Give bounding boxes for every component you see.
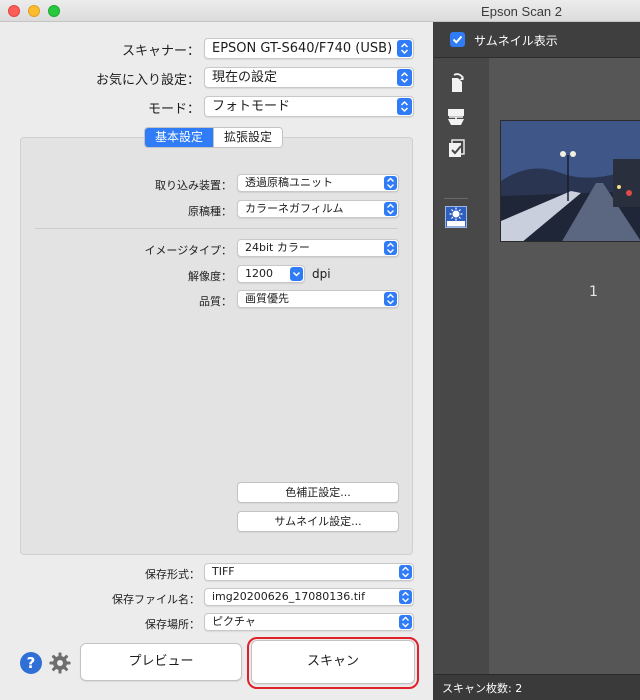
title-bar: Epson Scan 2 <box>0 0 640 22</box>
image-type-select[interactable]: 24bit カラー <box>237 239 399 257</box>
chevron-updown-icon <box>384 241 397 255</box>
scanner-label: スキャナー： <box>121 44 200 59</box>
mode-select[interactable]: フォトモード <box>204 96 414 117</box>
thumbnail-header: サムネイル表示 <box>434 22 640 58</box>
chevron-updown-icon <box>397 98 412 115</box>
image-type-label: イメージタイプ： <box>144 244 232 257</box>
resolution-label: 解像度： <box>188 270 232 283</box>
favorite-value: 現在の設定 <box>212 70 278 85</box>
save-filename-label: 保存ファイル名： <box>112 593 200 606</box>
save-format-select[interactable]: TIFF <box>204 563 414 581</box>
status-bar: スキャン枚数: 2 <box>434 674 640 700</box>
close-window-button[interactable] <box>8 5 20 17</box>
resolution-unit: dpi <box>312 267 331 281</box>
auto-exposure-icon[interactable] <box>445 206 467 228</box>
checkmark-icon <box>452 35 463 44</box>
save-location-select[interactable]: ピクチャ <box>204 613 414 631</box>
document-type-value: カラーネガフィルム <box>245 202 344 215</box>
resolution-combobox[interactable]: 1200 <box>237 265 305 283</box>
favorite-select[interactable]: 現在の設定 <box>204 67 414 88</box>
favorite-label: お気に入り設定： <box>95 73 200 88</box>
minimize-window-button[interactable] <box>28 5 40 17</box>
document-type-label: 原稿種： <box>188 205 232 218</box>
chevron-updown-icon <box>397 40 412 57</box>
chevron-updown-icon <box>399 565 412 579</box>
save-location-value: ピクチャ <box>212 615 256 628</box>
color-correction-button[interactable]: 色補正設定... <box>237 482 399 503</box>
section-divider <box>35 228 398 229</box>
scan-thumbnail-image[interactable] <box>500 120 640 242</box>
scanner-select[interactable]: EPSON GT-S640/F740 (USB) <box>204 38 414 59</box>
document-type-select[interactable]: カラーネガフィルム <box>237 200 399 218</box>
save-filename-select[interactable]: img20200626_17080136.tif <box>204 588 414 606</box>
chevron-updown-icon <box>399 615 412 629</box>
chevron-updown-icon <box>384 292 397 306</box>
quality-label: 品質： <box>199 295 232 308</box>
thumbnail-toolbar <box>434 58 489 678</box>
resolution-value: 1200 <box>245 267 273 280</box>
flip-icon[interactable] <box>445 106 467 128</box>
thumbnail-photo <box>501 121 640 241</box>
mode-label: モード： <box>147 102 200 117</box>
thumbnail-pane: サムネイル表示 1 スキャン枚数: 2 <box>433 22 640 700</box>
select-all-icon[interactable] <box>445 138 467 160</box>
source-label: 取り込み装置： <box>155 179 232 192</box>
save-format-label: 保存形式： <box>145 568 200 581</box>
gear-icon[interactable] <box>48 651 72 675</box>
quality-value: 画質優先 <box>245 292 289 305</box>
thumbnail-settings-button[interactable]: サムネイル設定... <box>237 511 399 532</box>
tab-advanced-settings[interactable]: 拡張設定 <box>213 128 283 147</box>
scan-count: スキャン枚数: 2 <box>442 682 523 695</box>
scan-button-highlight <box>247 637 419 689</box>
chevron-updown-icon <box>384 176 397 190</box>
chevron-down-icon <box>290 267 303 281</box>
image-type-value: 24bit カラー <box>245 241 310 254</box>
rotate-icon[interactable] <box>445 72 467 94</box>
chevron-updown-icon <box>399 590 412 604</box>
show-thumbnail-label: サムネイル表示 <box>474 34 558 48</box>
chevron-updown-icon <box>384 202 397 216</box>
tab-basic-settings[interactable]: 基本設定 <box>145 128 214 147</box>
chevron-updown-icon <box>397 69 412 86</box>
preview-button[interactable]: プレビュー <box>80 643 242 681</box>
scanner-value: EPSON GT-S640/F740 (USB) <box>212 41 393 56</box>
source-value: 透過原稿ユニット <box>245 176 333 189</box>
toolbar-separator <box>444 198 468 199</box>
zoom-window-button[interactable] <box>48 5 60 17</box>
save-filename-value: img20200626_17080136.tif <box>212 590 365 603</box>
save-location-label: 保存場所： <box>145 618 200 631</box>
show-thumbnail-checkbox[interactable] <box>450 32 465 47</box>
source-select[interactable]: 透過原稿ユニット <box>237 174 399 192</box>
save-format-value: TIFF <box>212 565 235 578</box>
help-button[interactable]: ? <box>20 652 42 674</box>
settings-tabs: 基本設定 拡張設定 <box>144 127 284 148</box>
mode-value: フォトモード <box>212 99 291 114</box>
window-title: Epson Scan 2 <box>481 4 562 19</box>
thumbnail-number: 1 <box>589 284 598 300</box>
settings-pane: スキャナー： EPSON GT-S640/F740 (USB) お気に入り設定：… <box>0 22 433 700</box>
quality-select[interactable]: 画質優先 <box>237 290 399 308</box>
